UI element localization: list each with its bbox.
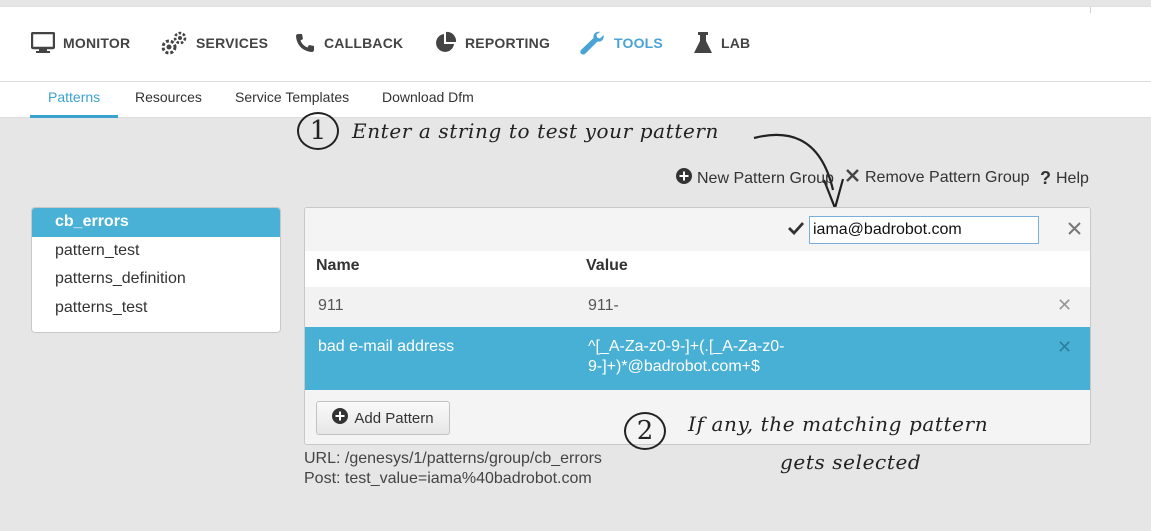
nav-label-services: SERVICES <box>196 35 269 51</box>
pattern-group-list: cb_errors pattern_test patterns_definiti… <box>31 207 281 333</box>
group-item-cb-errors[interactable]: cb_errors <box>32 208 280 237</box>
help-label: Help <box>1056 169 1089 187</box>
test-value-input[interactable] <box>809 216 1039 244</box>
plus-circle-icon <box>332 408 349 428</box>
tab-download-dfm[interactable]: Download Dfm <box>364 82 492 118</box>
wrench-icon <box>578 30 606 56</box>
plus-circle-icon <box>676 168 692 189</box>
clear-test-icon[interactable] <box>1067 221 1082 241</box>
group-item-pattern-test[interactable]: pattern_test <box>32 237 280 266</box>
row-value-line1: ^[_A-Za-z0-9-]+(.[_A-Za-z0- <box>588 338 785 355</box>
post-text: Post: test_value=iama%40badrobot.com <box>304 470 592 487</box>
pie-chart-icon <box>433 31 457 55</box>
group-item-patterns-definition[interactable]: patterns_definition <box>32 265 280 294</box>
nav-item-lab[interactable]: LAB <box>693 29 750 57</box>
tab-resources[interactable]: Resources <box>117 82 220 118</box>
new-pattern-group-label: New Pattern Group <box>697 169 834 187</box>
tab-patterns[interactable]: Patterns <box>30 82 119 118</box>
nav-label-tools: TOOLS <box>614 35 663 51</box>
step2-annotation-line1: If any, the matching pattern <box>688 412 989 436</box>
flask-icon <box>693 31 713 55</box>
table-row[interactable]: 911 911- ✕ <box>305 287 1090 327</box>
close-icon <box>845 168 860 188</box>
row-value: 911- <box>588 297 619 314</box>
help-button[interactable]: ? Help <box>1040 168 1089 189</box>
question-icon: ? <box>1040 168 1051 188</box>
nav-item-reporting[interactable]: REPORTING <box>433 29 550 57</box>
column-header-name: Name <box>316 257 360 274</box>
row-name: bad e-mail address <box>318 338 455 355</box>
row-value-line2: 9-]+)*@badrobot.com+$ <box>588 358 760 375</box>
gears-icon <box>160 30 188 56</box>
step2-annotation-line2: gets selected <box>780 450 922 474</box>
url-text: URL: /genesys/1/patterns/group/cb_errors <box>304 450 602 467</box>
nav-item-monitor[interactable]: MONITOR <box>31 29 130 57</box>
step2-number-circle: 2 <box>624 412 666 450</box>
nav-item-callback[interactable]: CALLBACK <box>294 29 403 57</box>
nav-item-services[interactable]: SERVICES <box>160 29 268 57</box>
step1-number-circle: 1 <box>297 112 339 150</box>
monitor-icon <box>31 32 55 54</box>
add-pattern-label: Add Pattern <box>354 409 434 427</box>
tab-service-templates[interactable]: Service Templates <box>217 82 367 118</box>
checkmark-icon <box>788 221 805 240</box>
top-nav: MONITOR SERVICES CALLBACK REPORTING TOOL… <box>0 6 1151 81</box>
patterns-panel: Name Value 911 911- ✕ bad e-mail address… <box>304 207 1091 445</box>
add-pattern-button[interactable]: Add Pattern <box>316 401 450 435</box>
nav-edge-divider <box>1090 7 1091 13</box>
delete-row-icon[interactable]: ✕ <box>1057 337 1072 358</box>
step1-annotation-text: Enter a string to test your pattern <box>352 119 720 143</box>
panel-header <box>305 208 1090 251</box>
remove-pattern-group-label: Remove Pattern Group <box>865 169 1030 186</box>
group-item-patterns-test[interactable]: patterns_test <box>32 294 280 323</box>
nav-label-reporting: REPORTING <box>465 35 551 51</box>
sub-nav: Patterns Resources Service Templates Dow… <box>0 81 1151 118</box>
phone-icon <box>294 32 316 54</box>
remove-pattern-group-button[interactable]: Remove Pattern Group <box>845 168 1030 188</box>
nav-label-lab: LAB <box>721 35 751 51</box>
nav-label-monitor: MONITOR <box>63 35 131 51</box>
row-value: ^[_A-Za-z0-9-]+(.[_A-Za-z0- 9-]+)*@badro… <box>588 337 784 377</box>
nav-label-callback: CALLBACK <box>324 35 404 51</box>
column-header-value: Value <box>586 257 628 274</box>
row-name: 911 <box>318 297 344 314</box>
delete-row-icon[interactable]: ✕ <box>1057 295 1072 316</box>
new-pattern-group-button[interactable]: New Pattern Group <box>676 168 834 189</box>
nav-item-tools[interactable]: TOOLS <box>578 29 663 57</box>
table-row-selected[interactable]: bad e-mail address ^[_A-Za-z0-9-]+(.[_A-… <box>305 327 1090 390</box>
